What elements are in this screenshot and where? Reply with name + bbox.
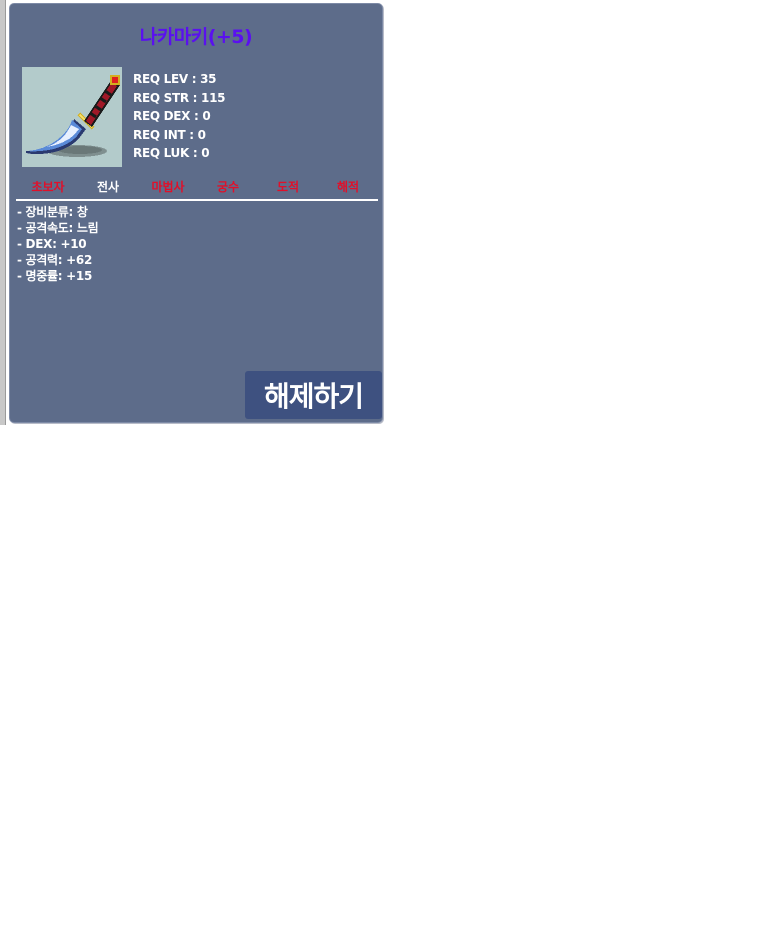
- divider-line: [16, 199, 378, 201]
- req-level: REQ LEV : 35: [133, 72, 217, 86]
- job-beginner: 초보자: [31, 180, 65, 194]
- item-name: 나카마키(+5): [139, 26, 253, 48]
- req-str: REQ STR : 115: [133, 90, 226, 105]
- job-warrior: 전사: [96, 180, 120, 194]
- job-list: 초보자 전사 마법사 궁수 도적 해적: [18, 178, 378, 195]
- item-tooltip-panel: 나카마키(+5) REQ LEV : 35 REQ STR : 115 REQ …: [9, 3, 383, 423]
- job-magician: 마법사: [151, 180, 185, 194]
- req-int: REQ INT : 0: [133, 127, 206, 142]
- stat-category: - 장비분류: 창: [17, 205, 88, 219]
- stat-dex: - DEX: +10: [17, 237, 87, 251]
- unequip-button[interactable]: 해제하기: [245, 371, 382, 419]
- requirements-list: REQ LEV : 35 REQ STR : 115 REQ DEX : 0 R…: [133, 70, 226, 163]
- left-frame-edge: [0, 0, 6, 425]
- dagger-weapon-icon: [22, 67, 122, 167]
- stat-accuracy: - 명중률: +15: [17, 269, 93, 283]
- stat-attack: - 공격력: +62: [17, 253, 93, 267]
- stats-list: - 장비분류: 창 - 공격속도: 느림 - DEX: +10 - 공격력: +…: [17, 204, 99, 284]
- req-dex: REQ DEX : 0: [133, 109, 211, 124]
- stat-attack-speed: - 공격속도: 느림: [17, 221, 99, 235]
- req-luk: REQ LUK : 0: [133, 146, 210, 161]
- job-pirate: 해적: [336, 180, 360, 194]
- job-bowman: 궁수: [216, 180, 240, 194]
- job-thief: 도적: [276, 180, 300, 194]
